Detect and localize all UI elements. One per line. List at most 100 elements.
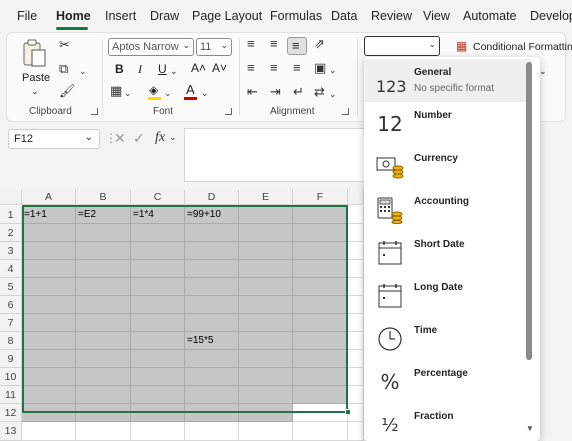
cell-d7[interactable] [185,314,239,332]
row-header-10[interactable]: 10 [0,368,22,386]
cell-d5[interactable] [185,278,239,296]
cell-d13[interactable] [185,422,239,441]
merge-chevron-icon[interactable]: ⌄ [329,62,337,78]
cell-d9[interactable] [185,350,239,368]
cell-overflow[interactable] [348,260,364,278]
cell-c4[interactable] [131,260,185,278]
align-bottom-button[interactable]: ≡ [287,37,307,55]
cell-e10[interactable] [239,368,293,386]
cell-a12[interactable] [22,404,76,422]
confirm-entry-icon[interactable]: ✓ [133,130,145,147]
row-header-12[interactable]: 12 [0,404,22,422]
format-option-long-date[interactable]: Long Date [364,274,532,317]
underline-button[interactable]: U [158,61,167,77]
row-header-4[interactable]: 4 [0,260,22,278]
cell-overflow[interactable] [348,314,364,332]
cell-overflow[interactable] [348,278,364,296]
cell-c11[interactable] [131,386,185,404]
cell-e7[interactable] [239,314,293,332]
cell-e11[interactable] [239,386,293,404]
italic-button[interactable]: I [138,61,142,77]
copy-chevron-icon[interactable]: ⌄ [79,63,87,79]
cell-f6[interactable] [293,296,348,314]
font-size-combo[interactable]: 11 ⌄ [196,38,232,56]
cell-overflow[interactable] [348,242,364,260]
cell-a5[interactable] [22,278,76,296]
cell-a7[interactable] [22,314,76,332]
font-name-combo[interactable]: Aptos Narrow ⌄ [108,38,194,56]
tab-data[interactable]: Data [331,9,357,23]
cell-b2[interactable] [76,224,131,242]
cancel-entry-icon[interactable]: ✕ [114,130,126,147]
orientation-icon[interactable]: ⇗ [314,36,325,52]
cell-a9[interactable] [22,350,76,368]
cell-c8[interactable] [131,332,185,350]
cell-overflow[interactable] [348,224,364,242]
cell-b8[interactable] [76,332,131,350]
formula-input[interactable] [184,128,384,182]
bold-button[interactable]: B [115,61,124,77]
column-header-d[interactable]: D [185,190,239,205]
row-header-9[interactable]: 9 [0,350,22,368]
cell-a10[interactable] [22,368,76,386]
cell-a13[interactable] [22,422,76,441]
tab-home[interactable]: Home [56,9,91,23]
cell-a6[interactable] [22,296,76,314]
cell-e6[interactable] [239,296,293,314]
cell-c5[interactable] [131,278,185,296]
cell-overflow[interactable] [348,422,364,441]
cell-c1[interactable]: =1*4 [131,206,185,224]
text-direction-icon[interactable]: ⇄ [314,84,325,100]
cell-d8[interactable]: =15*5 [185,332,239,350]
function-chevron-icon[interactable]: ⌄ [169,132,177,143]
font-color-icon[interactable]: A [183,82,199,100]
tab-automate[interactable]: Automate [463,9,517,23]
cell-a11[interactable] [22,386,76,404]
cell-e12[interactable] [239,404,293,422]
cell-overflow[interactable] [348,368,364,386]
cell-b7[interactable] [76,314,131,332]
borders-chevron-icon[interactable]: ⌄ [124,85,132,101]
merge-center-icon[interactable]: ▣ [314,60,326,76]
align-top-icon[interactable]: ≡ [247,36,255,52]
row-header-5[interactable]: 5 [0,278,22,296]
borders-icon[interactable]: ▦ [110,83,122,99]
tab-developer[interactable]: Develop [530,9,572,23]
styles-chevron-icon[interactable]: ⌄ [539,63,547,79]
cell-f12[interactable] [293,404,348,422]
row-header-8[interactable]: 8 [0,332,22,350]
format-painter-icon[interactable]: 🖌 [59,83,76,99]
cell-b12[interactable] [76,404,131,422]
tab-view[interactable]: View [423,9,450,23]
align-left-icon[interactable]: ≡ [247,60,255,76]
cell-f13[interactable] [293,422,348,441]
cell-e4[interactable] [239,260,293,278]
cell-f7[interactable] [293,314,348,332]
cut-icon[interactable]: ✂ [59,37,70,53]
cell-f10[interactable] [293,368,348,386]
fill-color-icon[interactable]: ◈ [147,83,163,101]
cell-e2[interactable] [239,224,293,242]
align-right-icon[interactable]: ≡ [293,60,301,76]
decrease-indent-icon[interactable]: ⇤ [247,84,258,100]
cell-b3[interactable] [76,242,131,260]
tab-formulas[interactable]: Formulas [270,9,322,23]
conditional-formatting-icon[interactable]: ▦ [456,38,467,54]
paste-chevron-icon[interactable]: ⌄ [31,83,39,99]
format-option-general[interactable]: 123 General No specific format [364,59,532,102]
cell-b1[interactable]: =E2 [76,206,131,224]
cell-d12[interactable] [185,404,239,422]
format-option-currency[interactable]: Currency [364,145,532,188]
cell-c3[interactable] [131,242,185,260]
column-header-b[interactable]: B [76,190,131,205]
column-header-e[interactable]: E [239,190,293,205]
cell-a1[interactable]: =1+1 [22,206,76,224]
paste-icon[interactable] [21,39,49,69]
font-launcher-icon[interactable] [225,108,232,115]
select-all-corner[interactable] [0,190,22,205]
cell-e13[interactable] [239,422,293,441]
alignment-launcher-icon[interactable] [342,108,349,115]
cell-e5[interactable] [239,278,293,296]
cell-c9[interactable] [131,350,185,368]
row-header-7[interactable]: 7 [0,314,22,332]
